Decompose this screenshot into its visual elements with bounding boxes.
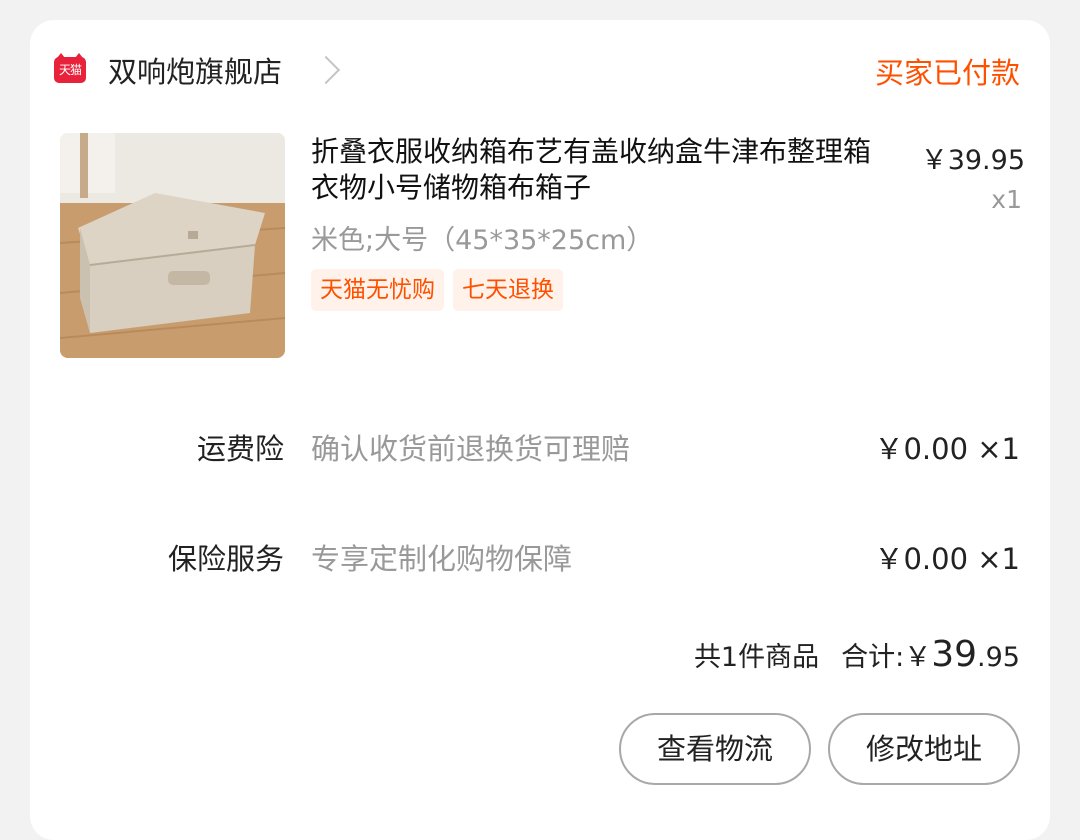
service-desc: 专享定制化购物保障: [311, 542, 573, 576]
chevron-right-icon[interactable]: [311, 55, 341, 85]
service-row-insurance[interactable]: 保险服务 专享定制化购物保障 ￥0.00 ×1: [30, 536, 1050, 576]
unit-price: ￥39.95: [920, 145, 1025, 176]
service-label: 运费险: [196, 432, 284, 466]
total-label: 合计:: [841, 642, 905, 673]
total-integer: 39: [931, 634, 978, 675]
view-logistics-button[interactable]: 查看物流: [619, 713, 811, 785]
order-card: 天猫 双响炮旗舰店 买家已付款 折叠衣服收纳箱布艺有盖收纳盒牛津布整理箱衣物小号…: [30, 20, 1050, 840]
item-count: 共1件商品: [693, 642, 820, 673]
service-price: ￥0.00 ×1: [874, 432, 1020, 466]
product-title[interactable]: 折叠衣服收纳箱布艺有盖收纳盒牛津布整理箱衣物小号储物箱布箱子: [311, 134, 891, 206]
modify-address-button[interactable]: 修改地址: [828, 713, 1020, 785]
unit-quantity: x1: [991, 185, 1022, 214]
product-spec: 米色;大号（45*35*25cm）: [311, 225, 654, 256]
tag-tmall-worry-free: 天猫无忧购: [311, 269, 444, 311]
service-desc: 确认收货前退换货可理赔: [311, 432, 631, 466]
service-tags: 天猫无忧购 七天退换: [311, 269, 572, 311]
tag-seven-day-return: 七天退换: [453, 269, 563, 311]
order-summary: 共1件商品 合计: ￥ 39 .95: [694, 634, 1020, 675]
store-header[interactable]: 天猫 双响炮旗舰店: [54, 48, 341, 92]
service-label: 保险服务: [167, 542, 284, 576]
service-price: ￥0.00 ×1: [874, 542, 1020, 576]
total-decimal: .95: [977, 642, 1020, 673]
product-image[interactable]: [60, 133, 285, 358]
store-name[interactable]: 双响炮旗舰店: [108, 49, 282, 91]
storage-box-image: [60, 133, 285, 358]
tmall-icon: 天猫: [54, 53, 86, 83]
order-status: 买家已付款: [874, 56, 1020, 90]
tmall-logo-text: 天猫: [58, 63, 82, 77]
service-row-freight-insurance[interactable]: 运费险 确认收货前退换货可理赔 ￥0.00 ×1: [30, 426, 1050, 466]
total-currency: ￥: [904, 642, 932, 673]
